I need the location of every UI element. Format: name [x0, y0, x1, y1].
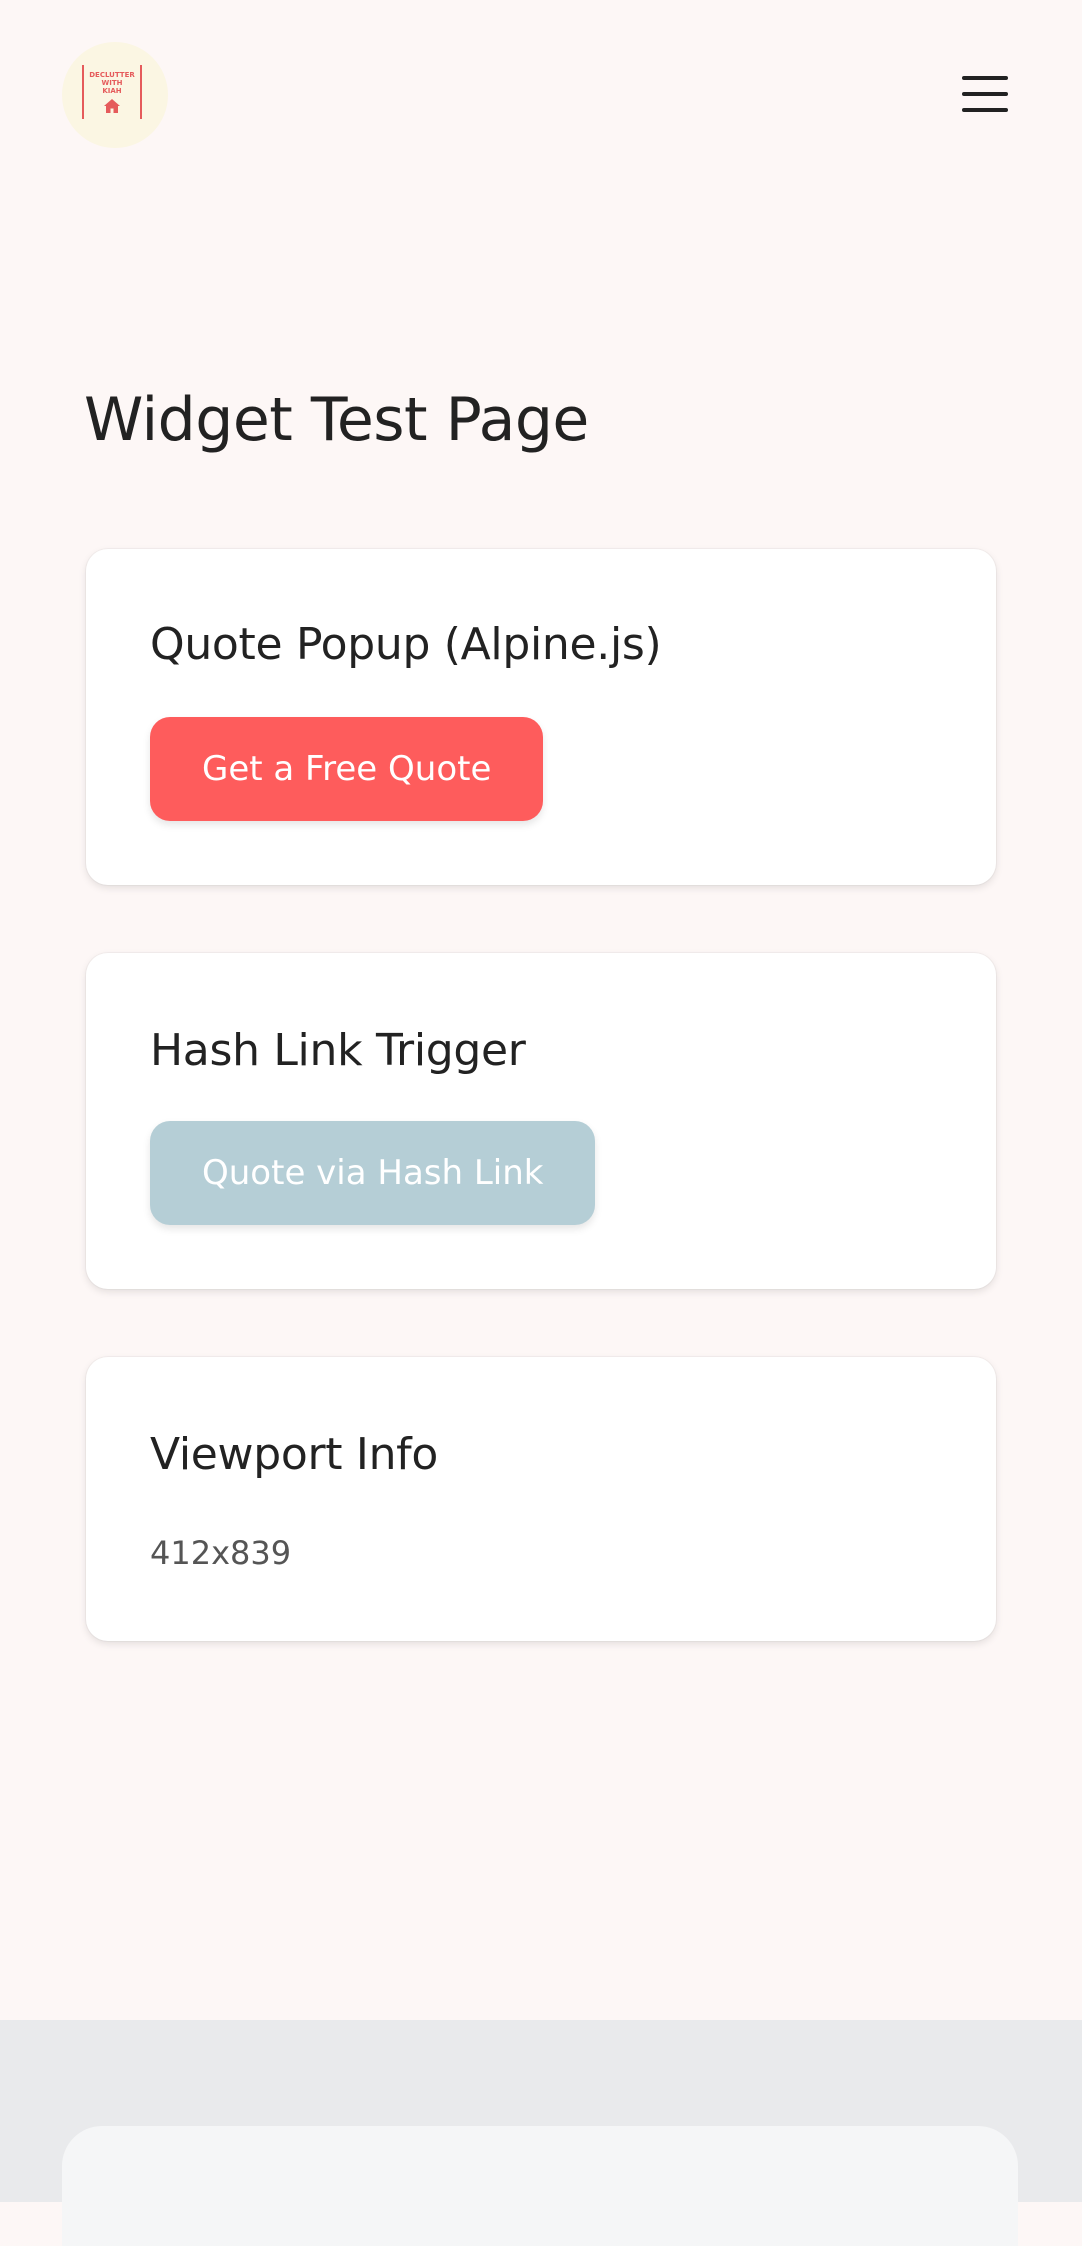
- card-title: Hash Link Trigger: [150, 1025, 526, 1076]
- logo-frame: DECLUTTER WITH KIAH: [82, 65, 142, 119]
- card-title: Viewport Info: [150, 1429, 438, 1480]
- footer-panel: [62, 2126, 1018, 2246]
- hamburger-menu-icon[interactable]: [958, 68, 1014, 124]
- menu-bar-bottom: [962, 108, 1008, 112]
- page-title: Widget Test Page: [84, 385, 589, 455]
- menu-bar-top: [962, 76, 1008, 80]
- site-logo[interactable]: DECLUTTER WITH KIAH: [62, 42, 168, 148]
- hash-link-card: Hash Link Trigger Quote via Hash Link: [86, 953, 996, 1289]
- quote-popup-card: Quote Popup (Alpine.js) Get a Free Quote: [86, 549, 996, 885]
- site-header: DECLUTTER WITH KIAH: [0, 0, 1082, 190]
- logo-text: DECLUTTER WITH KIAH: [89, 71, 135, 95]
- menu-bar-middle: [962, 92, 1008, 96]
- viewport-info-card: Viewport Info 412x839: [86, 1357, 996, 1641]
- get-free-quote-button[interactable]: Get a Free Quote: [150, 717, 544, 821]
- card-title: Quote Popup (Alpine.js): [150, 619, 662, 670]
- quote-via-hash-link-button[interactable]: Quote via Hash Link: [150, 1121, 596, 1225]
- viewport-size-value: 412x839: [150, 1534, 292, 1572]
- site-footer: [0, 2020, 1082, 2246]
- house-icon: [104, 99, 120, 113]
